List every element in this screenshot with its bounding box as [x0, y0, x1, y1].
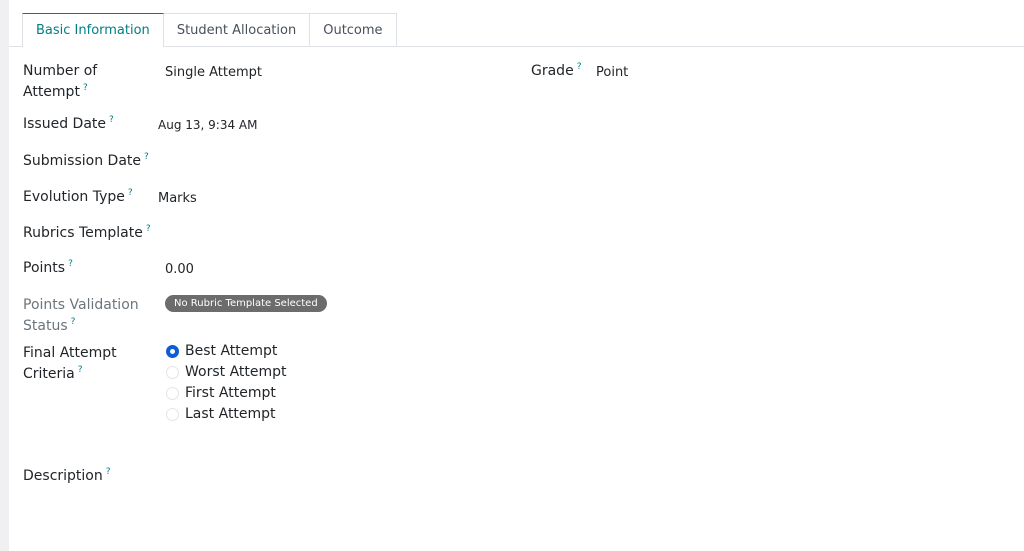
radio-unchecked-icon[interactable] — [166, 386, 179, 400]
issued-date-value[interactable]: Aug 13, 9:34 AM — [158, 116, 257, 135]
final-attempt-criteria-label: Final Attempt Criteria? — [23, 343, 117, 385]
radio-option-worst-attempt[interactable]: Worst Attempt — [166, 364, 287, 380]
number-of-attempt-value[interactable]: Single Attempt — [165, 63, 262, 82]
radio-option-label: Worst Attempt — [185, 364, 287, 380]
rubrics-template-label: Rubrics Template? — [23, 223, 151, 244]
notebook-tabs: Basic Information Student Allocation Out… — [22, 13, 397, 47]
points-value[interactable]: 0.00 — [165, 260, 194, 279]
help-icon[interactable]: ? — [71, 317, 76, 327]
tab-basic-information[interactable]: Basic Information — [22, 13, 164, 47]
final-attempt-criteria-label-line1: Final Attempt — [23, 345, 117, 361]
rubrics-template-label-text: Rubrics Template — [23, 225, 143, 241]
help-icon[interactable]: ? — [78, 365, 83, 375]
radio-unchecked-icon[interactable] — [166, 407, 179, 421]
tab-student-allocation[interactable]: Student Allocation — [162, 13, 311, 47]
points-validation-status-label-line2: Status — [23, 318, 68, 334]
tab-outcome[interactable]: Outcome — [309, 13, 397, 47]
radio-checked-icon[interactable] — [166, 344, 179, 358]
submission-date-label-text: Submission Date — [23, 153, 142, 169]
radio-option-best-attempt[interactable]: Best Attempt — [166, 343, 277, 359]
form-sheet: Basic Information Student Allocation Out… — [9, 0, 1024, 551]
help-icon[interactable]: ? — [106, 467, 111, 477]
help-icon[interactable]: ? — [128, 188, 133, 198]
radio-option-label: Last Attempt — [185, 406, 276, 422]
evolution-type-label-text: Evolution Type — [23, 189, 125, 205]
points-label: Points? — [23, 258, 73, 279]
evolution-type-label: Evolution Type? — [23, 187, 133, 208]
description-label: Description? — [23, 466, 111, 487]
grade-label: Grade? — [531, 61, 581, 82]
final-attempt-criteria-label-line2: Criteria — [23, 366, 75, 382]
help-icon[interactable]: ? — [68, 259, 73, 269]
help-icon[interactable]: ? — [109, 115, 114, 125]
description-label-text: Description — [23, 468, 103, 484]
help-icon[interactable]: ? — [83, 83, 88, 93]
points-validation-status-label-line1: Points Validation — [23, 297, 139, 313]
grade-value[interactable]: Point — [596, 63, 628, 82]
radio-option-label: Best Attempt — [185, 343, 278, 359]
issued-date-label-text: Issued Date — [23, 116, 107, 132]
grade-label-text: Grade — [531, 63, 574, 79]
radio-unchecked-icon[interactable] — [166, 365, 179, 379]
help-icon[interactable]: ? — [577, 62, 582, 72]
number-of-attempt-label: Number of Attempt? — [23, 61, 97, 103]
left-gutter — [0, 0, 9, 551]
evolution-type-value[interactable]: Marks — [158, 189, 197, 208]
points-label-text: Points — [23, 260, 66, 276]
number-of-attempt-label-line2: Attempt — [23, 84, 80, 100]
help-icon[interactable]: ? — [146, 224, 151, 234]
issued-date-label: Issued Date? — [23, 114, 114, 135]
points-validation-status-label: Points Validation Status? — [23, 295, 139, 337]
help-icon[interactable]: ? — [144, 152, 149, 162]
number-of-attempt-label-line1: Number of — [23, 63, 98, 79]
status-badge: No Rubric Template Selected — [165, 295, 327, 312]
submission-date-label: Submission Date? — [23, 151, 149, 172]
radio-option-label: First Attempt — [185, 385, 276, 401]
radio-option-first-attempt[interactable]: First Attempt — [166, 385, 276, 401]
radio-option-last-attempt[interactable]: Last Attempt — [166, 406, 276, 422]
